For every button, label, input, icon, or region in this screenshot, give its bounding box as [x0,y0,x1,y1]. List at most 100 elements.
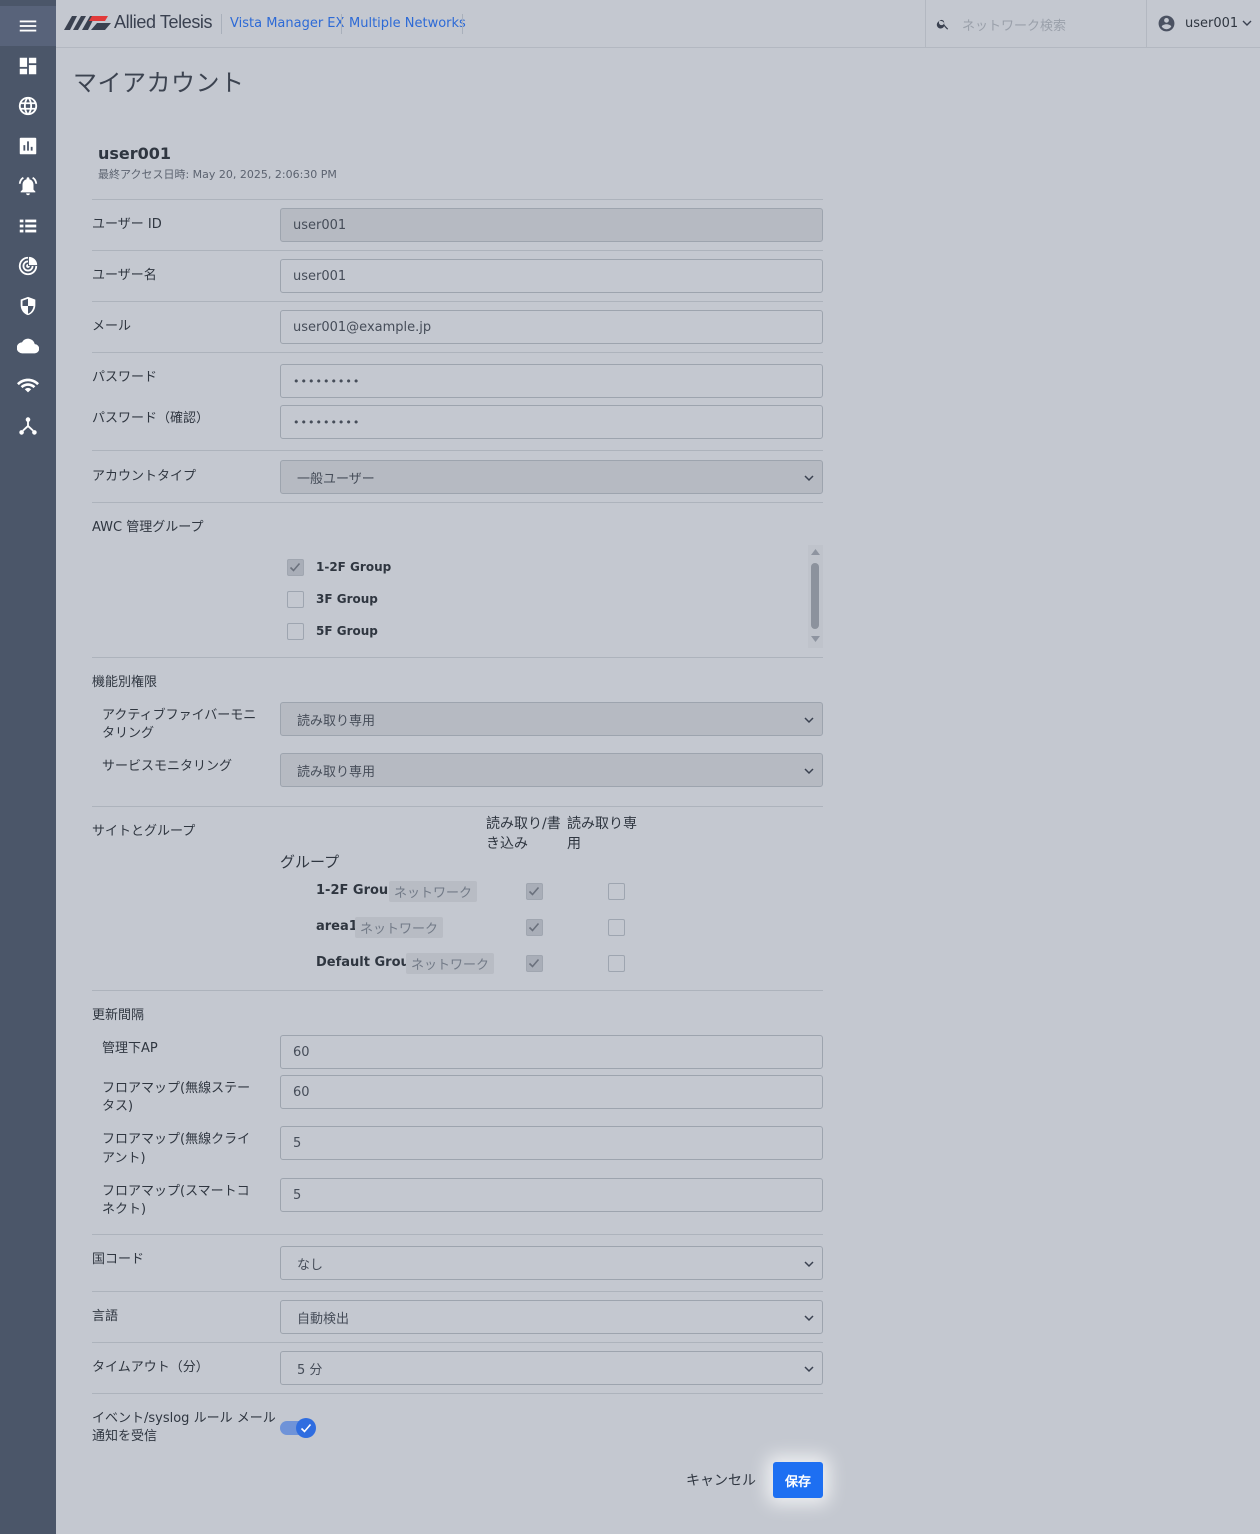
refresh-smart-connect-label-line2: ネクト) [102,1202,147,1217]
password-input[interactable]: ••••••••• [280,364,823,398]
scrollbar-thumb[interactable] [811,563,819,629]
password-label: パスワード [92,370,158,385]
check-icon [289,562,301,572]
awc-group-checkbox[interactable] [287,623,304,640]
cloud-icon[interactable] [0,326,56,366]
site-ro-checkbox[interactable] [608,919,625,936]
permissions-label: 機能別権限 [92,675,158,690]
country-code-value: なし [297,1257,324,1273]
perm-service-select: 読み取り専用 [280,753,823,787]
topology-icon[interactable] [0,406,56,446]
perm-service-label: サービスモニタリング [102,759,233,774]
last-access-time: 最終アクセス日時: May 20, 2025, 2:06:30 PM [98,168,337,181]
list-icon[interactable] [0,206,56,246]
divider [92,1393,823,1394]
divider [92,1291,823,1292]
check-icon [528,922,540,932]
site-rw-checkbox[interactable] [526,919,543,936]
save-button[interactable]: 保存 [773,1462,823,1498]
divider [92,657,823,658]
check-icon [300,1423,312,1433]
search-icon [936,19,949,30]
brand-logo[interactable]: Allied Telesis [64,10,213,34]
alarm-icon[interactable] [0,166,56,206]
user-menu[interactable]: user001 [1146,0,1260,47]
site-ro-checkbox[interactable] [608,955,625,972]
check-icon [528,958,540,968]
refresh-wireless-status-input[interactable]: 60 [280,1075,823,1109]
timeout-select[interactable]: 5 分 [280,1351,823,1385]
page-title: マイアカウント [73,69,245,97]
network-tag: ネットワーク [355,917,444,938]
divider [92,352,823,353]
divider [92,1234,823,1235]
wifi-icon[interactable] [0,366,56,406]
product-link[interactable]: Vista Manager EX [230,16,344,31]
divider [92,806,823,807]
refresh-smart-connect-input[interactable]: 5 [280,1178,823,1212]
language-value: 自動検出 [297,1311,350,1327]
refresh-wireless-status-label-line1: フロアマップ(無線ステー [102,1081,251,1096]
account-circle-icon [1158,15,1175,32]
divider [92,502,823,503]
col-read-only-header-line1: 読み取り専 [567,816,637,832]
perm-fiber-label-line1: アクティブファイバーモニ [102,708,257,723]
col-read-write-header-line1: 読み取り/書 [486,816,561,832]
site-rw-checkbox[interactable] [526,883,543,900]
multiple-networks-link[interactable]: Multiple Networks [349,16,466,31]
check-icon [528,886,540,896]
divider [92,1342,823,1343]
chevron-down-icon [1242,20,1252,26]
site-ro-checkbox[interactable] [608,883,625,900]
account-type-label: アカウントタイプ [92,469,197,484]
timeout-value: 5 分 [297,1362,323,1378]
awc-group-label: AWC 管理グループ [92,520,204,535]
awc-group-scrollbar[interactable] [808,545,823,648]
language-label: 言語 [92,1309,119,1324]
awc-group-checkbox[interactable] [287,559,304,576]
awc-group-name: 5F Group [316,624,378,638]
notify-toggle[interactable] [280,1418,316,1438]
divider [92,450,823,451]
awc-group-checkbox[interactable] [287,591,304,608]
refresh-ap-input[interactable]: 60 [280,1035,823,1069]
search-input[interactable]: ネットワーク検索 [962,15,1066,34]
radar-icon[interactable] [0,246,56,286]
site-group-name: area1 [316,919,358,934]
user-id-label: ユーザー ID [92,217,162,232]
shield-icon[interactable] [0,286,56,326]
site-group-name: 1-2F Group [316,883,398,898]
country-code-label: 国コード [92,1252,145,1267]
report-icon[interactable] [0,126,56,166]
user-name-input[interactable]: user001 [280,259,823,293]
refresh-interval-label: 更新間隔 [92,1008,145,1023]
perm-service-value: 読み取り専用 [297,764,376,780]
refresh-wireless-client-label-line1: フロアマップ(無線クライ [102,1132,251,1147]
site-group-name: Default Group [316,955,420,970]
cancel-button[interactable]: キャンセル [686,1470,756,1490]
email-input[interactable]: user001@example.jp [280,310,823,344]
globe-icon[interactable] [0,86,56,126]
email-label: メール [92,319,132,334]
refresh-wireless-client-label-line2: アント) [102,1151,146,1166]
site-rw-checkbox[interactable] [526,955,543,972]
scroll-up-icon[interactable] [811,549,820,555]
top-header: Allied Telesis Vista Manager EX Multiple… [56,0,1260,48]
menu-icon[interactable] [0,6,56,46]
perm-fiber-label-line2: タリング [102,726,155,741]
account-type-select: 一般ユーザー [280,460,823,494]
language-select[interactable]: 自動検出 [280,1300,823,1334]
scroll-down-icon[interactable] [811,636,820,642]
dashboard-icon[interactable] [0,46,56,86]
password-confirm-input[interactable]: ••••••••• [280,405,823,439]
awc-group-name: 1-2F Group [316,560,392,574]
refresh-wireless-client-input[interactable]: 5 [280,1126,823,1160]
timeout-label: タイムアウト（分） [92,1360,209,1375]
password-confirm-label: パスワード（確認） [92,411,210,426]
chevron-down-icon [804,717,814,724]
chevron-down-icon [804,475,814,482]
network-search[interactable]: ネットワーク検索 [925,0,1147,47]
notify-label-line1: イベント/syslog ルール メール [92,1411,276,1426]
chevron-down-icon [804,1315,814,1322]
country-code-select[interactable]: なし [280,1246,823,1280]
